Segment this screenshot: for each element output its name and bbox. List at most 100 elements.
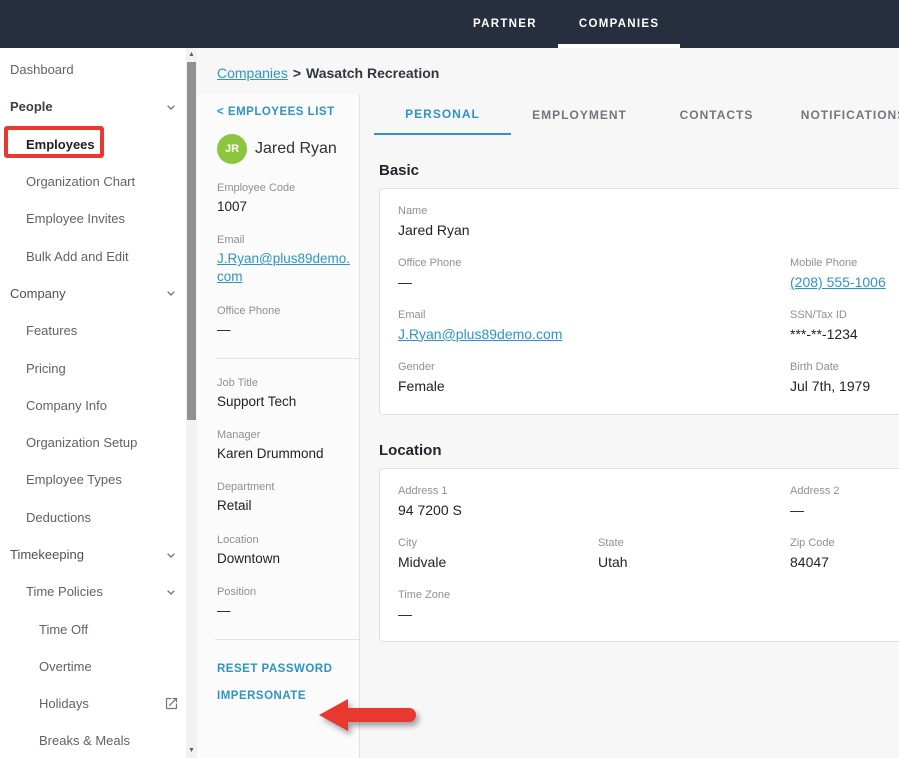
field-value: Midvale xyxy=(398,553,598,572)
external-link-icon xyxy=(164,696,179,711)
chevron-down-icon[interactable] xyxy=(163,584,179,600)
field-ssn: SSN/Tax ID ***-**-1234 xyxy=(790,309,899,344)
top-nav-tabs: PARTNER COMPANIES xyxy=(452,0,680,48)
sidebar-item-timekeeping[interactable]: Timekeeping xyxy=(0,536,197,573)
employee-header: JR Jared Ryan xyxy=(217,134,355,164)
breadcrumb-separator: > xyxy=(293,65,301,81)
field-label: SSN/Tax ID xyxy=(790,309,899,321)
tab-notifications[interactable]: NOTIFICATIONS xyxy=(785,94,899,135)
sidebar-item-organization-chart[interactable]: Organization Chart xyxy=(0,163,197,200)
sidebar-item-features[interactable]: Features xyxy=(0,312,197,349)
field-office-phone: Office Phone — xyxy=(217,305,355,339)
tab-personal[interactable]: PERSONAL xyxy=(374,94,511,135)
field-label: Employee Code xyxy=(217,182,355,194)
field-name: Name Jared Ryan xyxy=(398,205,790,240)
field-office-phone: Office Phone — xyxy=(398,257,790,292)
field-label: Name xyxy=(398,205,790,217)
field-label: Location xyxy=(217,534,355,546)
field-email: Email J.Ryan@plus89demo.com xyxy=(217,234,355,286)
mobile-phone-link[interactable]: (208) 555-1006 xyxy=(790,274,886,290)
sidebar-item-deductions[interactable]: Deductions xyxy=(0,499,197,536)
sidebar-item-company-info[interactable]: Company Info xyxy=(0,387,197,424)
sidebar-item-label: People xyxy=(10,99,53,114)
breadcrumb-current: Wasatch Recreation xyxy=(306,65,439,81)
impersonate-button[interactable]: IMPERSONATE xyxy=(217,690,355,702)
field-birth-date: Birth Date Jul 7th, 1979 xyxy=(790,361,899,396)
field-label: Department xyxy=(217,481,355,493)
field-value: Downtown xyxy=(217,550,355,568)
email-link[interactable]: J.Ryan@plus89demo.com xyxy=(217,251,350,284)
field-value: 1007 xyxy=(217,198,355,216)
field-value: — xyxy=(217,321,355,339)
field-label: Position xyxy=(217,586,355,598)
field-label: Zip Code xyxy=(790,537,899,549)
nav-tab-companies[interactable]: COMPANIES xyxy=(558,0,681,48)
sidebar-item-breaks-meals[interactable]: Breaks & Meals xyxy=(0,722,197,758)
field-department: Department Retail xyxy=(217,481,355,515)
sidebar-item-holidays[interactable]: Holidays xyxy=(0,685,197,722)
employee-detail-content: PERSONAL EMPLOYMENT CONTACTS NOTIFICATIO… xyxy=(360,94,899,758)
scrollbar-thumb[interactable] xyxy=(187,62,196,420)
field-value: 84047 xyxy=(790,553,899,572)
sidebar-item-pricing[interactable]: Pricing xyxy=(0,349,197,386)
sidebar-item-time-off[interactable]: Time Off xyxy=(0,610,197,647)
field-gender: Gender Female xyxy=(398,361,790,396)
sidebar-item-dashboard[interactable]: Dashboard xyxy=(0,51,197,88)
field-label: Office Phone xyxy=(217,305,355,317)
sidebar: Dashboard People Employees Organization … xyxy=(0,48,197,758)
sidebar-item-company[interactable]: Company xyxy=(0,275,197,312)
top-navbar: PARTNER COMPANIES xyxy=(0,0,899,48)
avatar: JR xyxy=(217,134,247,164)
sidebar-item-label: Time Policies xyxy=(26,584,103,599)
field-state: State Utah xyxy=(598,537,790,572)
sidebar-item-employee-types[interactable]: Employee Types xyxy=(0,461,197,498)
field-label: Address 2 xyxy=(790,485,899,497)
sidebar-item-time-policies[interactable]: Time Policies xyxy=(0,573,197,610)
field-position: Position — xyxy=(217,586,355,620)
field-label: Manager xyxy=(217,429,355,441)
sidebar-item-label: Holidays xyxy=(39,696,89,711)
field-label: Birth Date xyxy=(790,361,899,373)
field-label: Time Zone xyxy=(398,589,790,601)
field-mobile-phone: Mobile Phone (208) 555-1006 xyxy=(790,257,899,292)
panel-actions: RESET PASSWORD IMPERSONATE xyxy=(217,663,355,702)
field-email: Email J.Ryan@plus89demo.com xyxy=(398,309,790,344)
tab-contacts[interactable]: CONTACTS xyxy=(648,94,785,135)
back-to-employees-list-link[interactable]: < EMPLOYEES LIST xyxy=(217,106,355,118)
sidebar-item-overtime[interactable]: Overtime xyxy=(0,648,197,685)
field-label: Office Phone xyxy=(398,257,790,269)
chevron-down-icon[interactable] xyxy=(163,285,179,301)
divider xyxy=(215,639,359,640)
scroll-up-icon[interactable]: ▲ xyxy=(186,49,197,61)
chevron-down-icon[interactable] xyxy=(163,547,179,563)
sidebar-item-employee-invites[interactable]: Employee Invites xyxy=(0,200,197,237)
field-value: 94 7200 S xyxy=(398,501,790,520)
field-value: — xyxy=(790,501,899,520)
main-area: Companies > Wasatch Recreation < EMPLOYEES… xyxy=(197,48,899,758)
employee-summary-panel: < EMPLOYEES LIST JR Jared Ryan Employee … xyxy=(197,94,360,758)
field-value: — xyxy=(398,605,790,624)
sidebar-item-organization-setup[interactable]: Organization Setup xyxy=(0,424,197,461)
chevron-down-icon[interactable] xyxy=(163,99,179,115)
field-value: Support Tech xyxy=(217,393,355,411)
location-section-title: Location xyxy=(379,442,899,459)
field-address2: Address 2 — xyxy=(790,485,899,520)
basic-card: Name Jared Ryan Office Phone — Mobile Ph… xyxy=(379,188,899,415)
nav-tab-partner[interactable]: PARTNER xyxy=(452,0,558,48)
sidebar-nav: Dashboard People Employees Organization … xyxy=(0,48,197,758)
field-label: Mobile Phone xyxy=(790,257,899,269)
email-link[interactable]: J.Ryan@plus89demo.com xyxy=(398,326,562,342)
breadcrumb: Companies > Wasatch Recreation xyxy=(197,48,899,94)
field-label: Address 1 xyxy=(398,485,790,497)
sidebar-scrollbar[interactable]: ▲ ▼ xyxy=(186,48,197,758)
sidebar-item-employees[interactable]: Employees xyxy=(0,126,197,163)
sidebar-item-people[interactable]: People xyxy=(0,88,197,125)
field-value: — xyxy=(398,273,790,292)
breadcrumb-companies-link[interactable]: Companies xyxy=(217,65,288,81)
field-value: Retail xyxy=(217,497,355,515)
scroll-down-icon[interactable]: ▼ xyxy=(186,745,197,757)
reset-password-button[interactable]: RESET PASSWORD xyxy=(217,663,355,675)
tab-employment[interactable]: EMPLOYMENT xyxy=(511,94,648,135)
sidebar-item-bulk-add-and-edit[interactable]: Bulk Add and Edit xyxy=(0,237,197,274)
employee-name: Jared Ryan xyxy=(255,140,337,158)
